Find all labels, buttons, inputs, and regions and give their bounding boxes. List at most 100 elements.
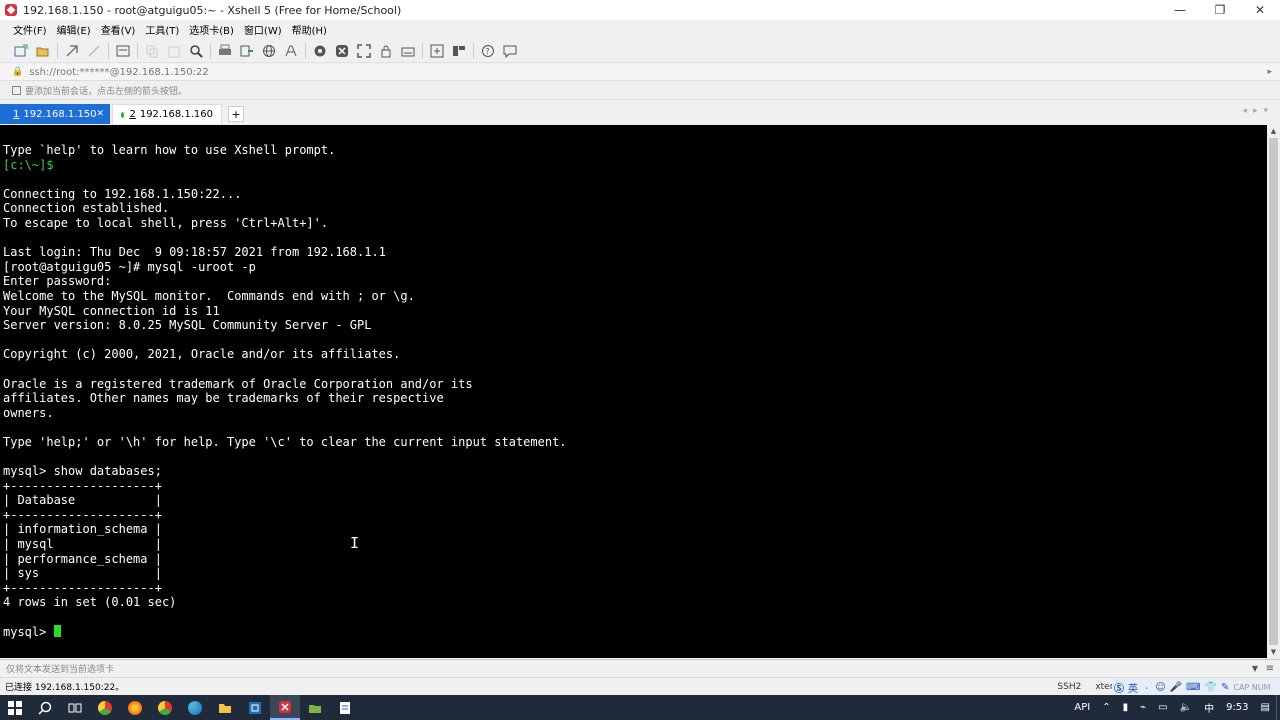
tray-network-icon[interactable]: ⌁ — [1140, 702, 1146, 713]
toolbar-divider — [108, 42, 109, 59]
menu-window[interactable]: 窗口(W) — [244, 22, 282, 37]
reconnect-icon[interactable] — [64, 43, 80, 59]
edge-icon[interactable] — [180, 695, 210, 720]
tab-bar: 1 192.168.1.150 ✕ 2 192.168.1.160 + ◂▸▾ — [0, 102, 1280, 124]
font-icon[interactable] — [283, 43, 299, 59]
copy-icon[interactable] — [144, 43, 160, 59]
tray-app-icon[interactable]: ▮ — [1123, 702, 1129, 713]
prompt-line: mysql> — [3, 624, 1267, 640]
terminal-output[interactable]: Type `help' to learn how to use Xshell p… — [0, 125, 1267, 658]
open-folder-icon[interactable] — [35, 43, 51, 59]
notification-icon[interactable]: ▤ — [1261, 702, 1270, 713]
globe-icon[interactable] — [261, 43, 277, 59]
battery-icon[interactable]: ▭ — [1158, 702, 1167, 713]
layout-icon[interactable] — [451, 43, 467, 59]
scrollbar-thumb[interactable] — [1269, 138, 1278, 645]
lock-icon[interactable] — [378, 43, 394, 59]
terminal-line: Connecting to 192.168.1.150:22... — [3, 186, 242, 201]
xftp-app-icon[interactable] — [300, 695, 330, 720]
add-icon[interactable] — [429, 43, 445, 59]
disconnect-icon[interactable] — [86, 43, 102, 59]
terminal-line: Oracle is a registered trademark of Orac… — [3, 376, 473, 391]
ime-lang[interactable]: 英 — [1128, 680, 1138, 695]
menu-tools[interactable]: 工具(T) — [145, 22, 179, 37]
menu-help[interactable]: 帮助(H) — [292, 22, 327, 37]
minimize-button[interactable]: — — [1160, 0, 1200, 20]
taskbar: API ⌃ ▮ ⌁ ▭ 🔈 中 9:53 ▤ — [0, 695, 1280, 720]
hint-text: 要添加当前会话，点击左侧的箭头按钮。 — [25, 87, 188, 97]
xftp-icon[interactable] — [312, 43, 328, 59]
ime-toolbar[interactable]: Ⓢ 英 ㆍ ☺ 🎤 ⌨ 👕 ✎ CAP NUM — [1112, 678, 1280, 696]
fullscreen-icon[interactable] — [356, 43, 372, 59]
maximize-button[interactable]: ❐ — [1200, 0, 1240, 20]
status-dot-icon — [121, 111, 125, 118]
terminal-scrollbar[interactable]: ▲ ▼ — [1267, 125, 1280, 658]
xshell-icon[interactable] — [334, 43, 350, 59]
ime-skin-icon[interactable]: 👕 — [1205, 682, 1217, 693]
terminal-app-icon[interactable] — [240, 695, 270, 720]
tab-session-1[interactable]: 1 192.168.1.150 ✕ — [0, 104, 110, 124]
window-title: 192.168.1.150 - root@atguigu05:~ - Xshel… — [23, 3, 402, 17]
tray-expand-icon[interactable]: ⌃ — [1102, 702, 1110, 713]
task-view-icon[interactable] — [60, 695, 90, 720]
chrome-icon[interactable] — [90, 695, 120, 720]
close-button[interactable]: ✕ — [1240, 0, 1280, 20]
address-dropdown-icon[interactable]: ▸ — [1267, 67, 1272, 77]
show-desktop-strip[interactable] — [1276, 695, 1280, 720]
compose-bar[interactable]: 仅将文本发送到当前选项卡 ▼ ≡ — [0, 659, 1280, 676]
svg-text:?: ? — [486, 47, 490, 56]
compose-input[interactable]: 仅将文本发送到当前选项卡 — [6, 662, 114, 675]
chat-icon[interactable] — [502, 43, 518, 59]
paste-icon[interactable] — [166, 43, 182, 59]
terminal-line: 4 rows in set (0.01 sec) — [3, 595, 177, 610]
scroll-up-icon[interactable]: ▲ — [1267, 125, 1280, 137]
terminal-line: | information_schema | — [3, 522, 162, 537]
new-tab-button[interactable]: + — [228, 106, 244, 122]
ime-punct[interactable]: ㆍ — [1142, 680, 1151, 695]
file-explorer-icon[interactable] — [210, 695, 240, 720]
ime-voice-icon[interactable]: 🎤 — [1170, 682, 1182, 693]
ime-keyboard-icon[interactable]: ⌨ — [1186, 682, 1200, 693]
start-icon[interactable] — [0, 695, 30, 720]
tray-ime-icon[interactable]: 中 — [1204, 700, 1214, 715]
terminal-line: owners. — [3, 405, 54, 420]
toolbar-divider — [57, 42, 58, 59]
clock-time[interactable]: 9:53 — [1226, 702, 1248, 713]
tab-session-2[interactable]: 2 192.168.1.160 — [112, 104, 222, 124]
menu-tabs[interactable]: 选项卡(B) — [189, 22, 234, 37]
search-icon[interactable] — [30, 695, 60, 720]
tab-nav-arrows[interactable]: ◂▸▾ — [1242, 106, 1274, 116]
terminal-line: | sys | — [3, 566, 162, 581]
transfer-icon[interactable] — [239, 43, 255, 59]
scroll-down-icon[interactable]: ▼ — [1267, 646, 1280, 658]
find-icon[interactable] — [188, 43, 204, 59]
compose-dropdown-icon[interactable]: ▼ — [1252, 664, 1258, 673]
menu-edit[interactable]: 编辑(E) — [57, 22, 91, 37]
address-bar[interactable]: 🔒 ssh://root:******@192.168.1.150:22 ▸ — [0, 64, 1280, 81]
new-session-icon[interactable] — [13, 43, 29, 59]
close-icon[interactable]: ✕ — [97, 109, 105, 119]
volume-icon[interactable]: 🔈 — [1180, 702, 1192, 713]
notepad-icon[interactable] — [330, 695, 360, 720]
help-icon[interactable]: ? — [480, 43, 496, 59]
tab-label: 192.168.1.160 — [139, 109, 213, 120]
print-icon[interactable] — [217, 43, 233, 59]
toolbar-divider — [473, 42, 474, 59]
text-cursor-icon: I — [350, 534, 360, 552]
chrome-alt-icon[interactable] — [150, 695, 180, 720]
menu-file[interactable]: 文件(F) — [13, 22, 47, 37]
properties-icon[interactable] — [115, 43, 131, 59]
ime-emoji-icon[interactable]: ☺ — [1155, 682, 1165, 693]
compose-menu-icon[interactable]: ≡ — [1266, 663, 1274, 674]
bookmark-icon[interactable] — [12, 86, 21, 95]
menu-view[interactable]: 查看(V) — [101, 22, 136, 37]
tray-api-label[interactable]: API — [1074, 702, 1090, 713]
ime-tools-icon[interactable]: ✎ — [1221, 682, 1229, 693]
terminal-line: +--------------------+ — [3, 507, 162, 522]
xshell-app-icon[interactable] — [270, 695, 300, 720]
firefox-icon[interactable] — [120, 695, 150, 720]
keyboard-icon[interactable] — [400, 43, 416, 59]
terminal-line: mysql> show databases; — [3, 464, 162, 479]
tab-label: 192.168.1.150 — [23, 108, 97, 120]
